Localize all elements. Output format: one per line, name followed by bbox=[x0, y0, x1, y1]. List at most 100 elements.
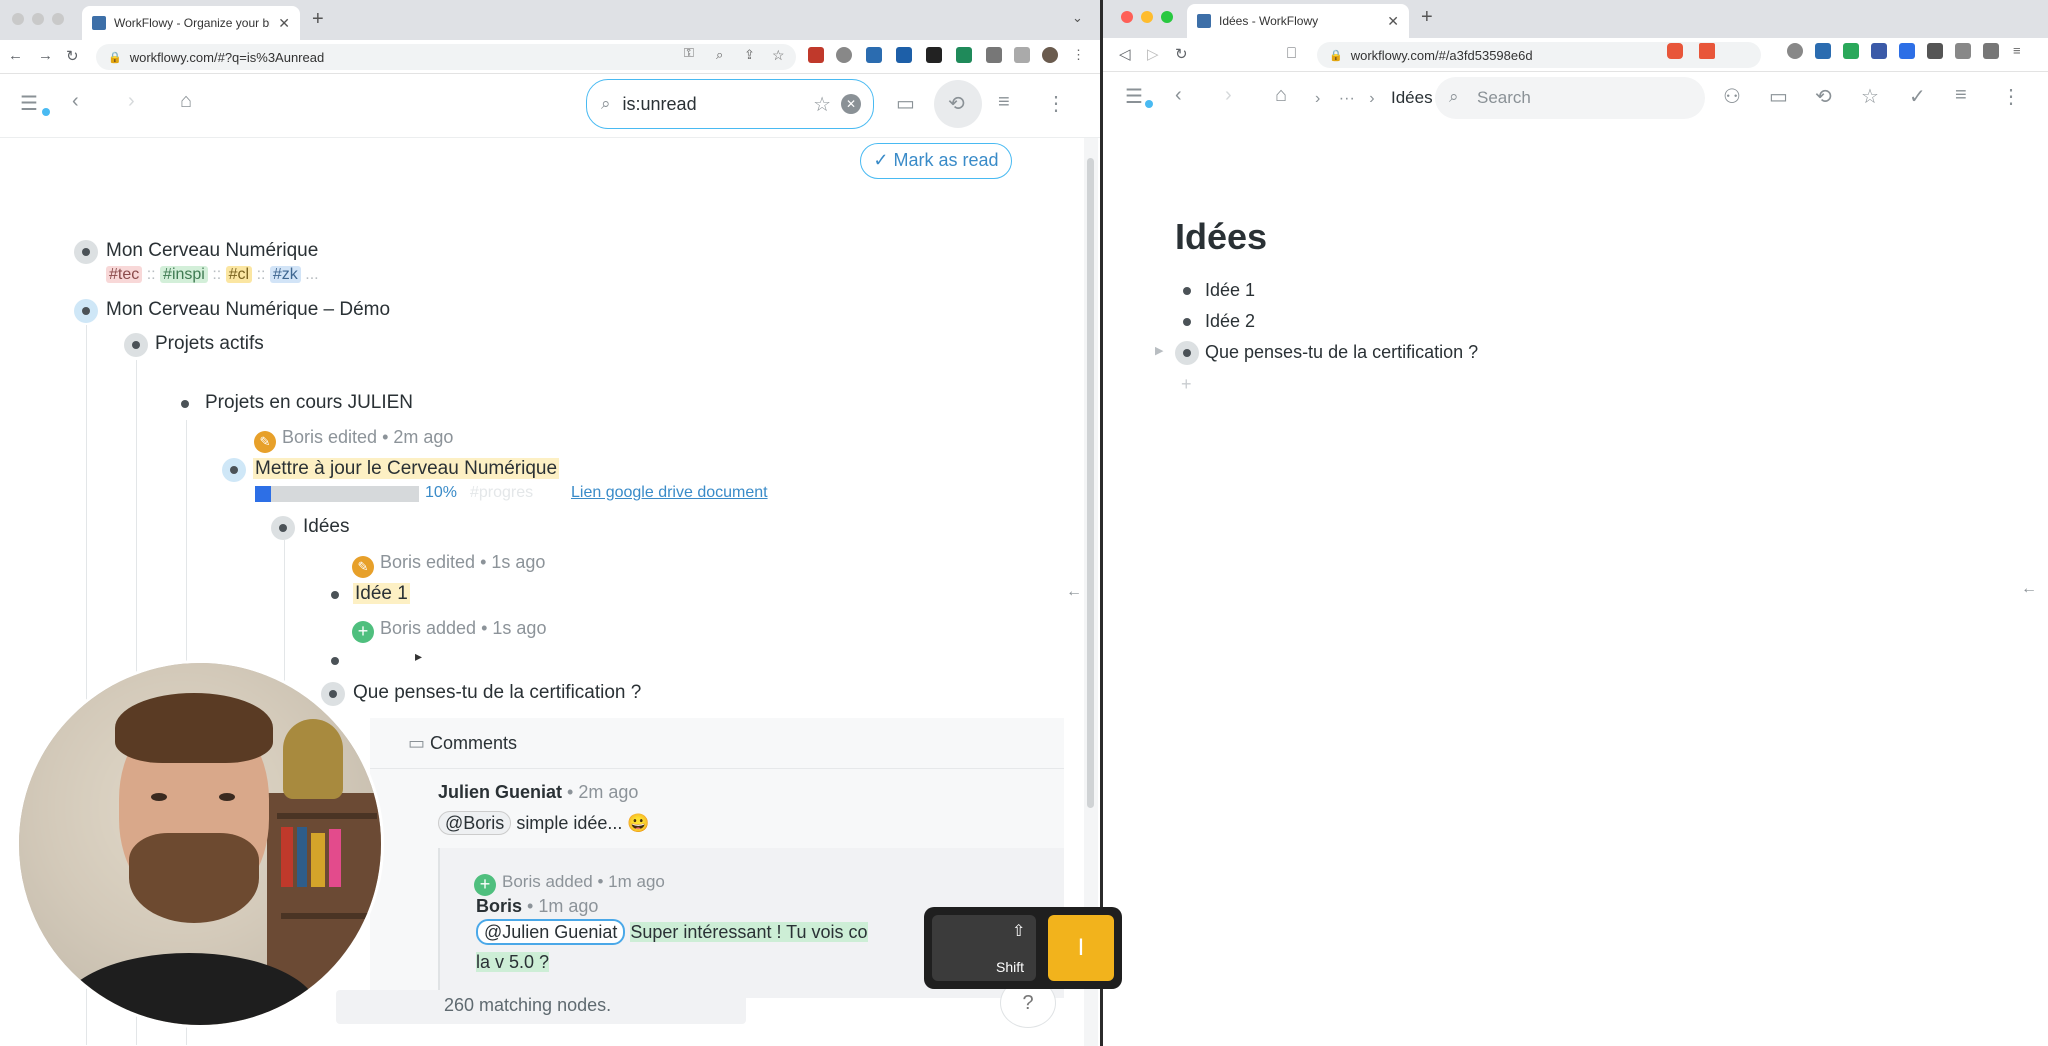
add-item-icon[interactable]: + bbox=[1181, 374, 1192, 395]
reply-body[interactable]: @Julien Gueniat Super intéressant ! Tu v… bbox=[476, 919, 868, 945]
complete-check-icon[interactable]: ✓ bbox=[1909, 84, 1926, 109]
tab-list-chevron-icon[interactable]: ⌄ bbox=[1072, 10, 1083, 26]
mention-julien[interactable]: @Julien Gueniat bbox=[476, 919, 626, 945]
node-projets-actifs[interactable]: Projets actifs bbox=[155, 333, 264, 355]
star-icon[interactable]: ☆ bbox=[772, 47, 788, 63]
node-projets-julien[interactable]: Projets en cours JULIEN bbox=[205, 392, 413, 414]
tag-tec[interactable]: #tec bbox=[106, 266, 143, 283]
comments-icon[interactable]: ▭ bbox=[896, 91, 915, 116]
bullet[interactable] bbox=[74, 240, 98, 264]
puzzle-icon[interactable] bbox=[986, 47, 1002, 63]
extension-icon[interactable] bbox=[896, 47, 912, 63]
extension-icon[interactable] bbox=[808, 47, 824, 63]
sidebar-toggle-icon[interactable]: ☰ bbox=[1125, 84, 1143, 109]
puzzle-icon[interactable] bbox=[1927, 43, 1943, 59]
node-mon-cerveau-demo[interactable]: Mon Cerveau Numérique – Démo bbox=[106, 299, 390, 321]
window-controls[interactable] bbox=[12, 12, 72, 30]
extension-icon[interactable] bbox=[956, 47, 972, 63]
menu-icon[interactable]: ⋮ bbox=[1072, 47, 1088, 63]
brave-rewards-icon[interactable] bbox=[1699, 43, 1715, 59]
extension-icon[interactable] bbox=[836, 47, 852, 63]
new-tab-button[interactable]: + bbox=[1421, 6, 1433, 29]
comments-icon[interactable]: ▭ bbox=[1769, 84, 1788, 109]
progress-tag[interactable]: #progres bbox=[470, 484, 533, 502]
list-item[interactable]: Idée 2 bbox=[1205, 311, 1255, 332]
reload-icon[interactable]: ↻ bbox=[66, 47, 79, 65]
close-tab-icon[interactable]: ✕ bbox=[1387, 13, 1399, 30]
sidebar-icon[interactable] bbox=[1014, 47, 1030, 63]
extension-icon[interactable] bbox=[1899, 43, 1915, 59]
history-icon[interactable]: ⟲ bbox=[1815, 84, 1832, 109]
zoom-icon[interactable]: ⌕ bbox=[716, 47, 732, 63]
node-question[interactable]: Que penses-tu de la certification ? bbox=[353, 682, 641, 704]
collapse-arrow-icon[interactable]: ← bbox=[1066, 583, 1082, 601]
star-icon[interactable]: ☆ bbox=[1861, 84, 1879, 109]
list-view-icon[interactable]: ≡ bbox=[1955, 84, 1967, 107]
extension-icon[interactable] bbox=[926, 47, 942, 63]
forward-icon[interactable]: → bbox=[38, 47, 53, 64]
node-idees[interactable]: Idées bbox=[303, 516, 349, 538]
sidebar-toggle-icon[interactable]: ☰ bbox=[20, 91, 38, 116]
back-icon[interactable]: ◁ bbox=[1119, 45, 1131, 63]
forward-icon[interactable]: › bbox=[1225, 84, 1232, 107]
bullet[interactable] bbox=[271, 516, 295, 540]
more-options-icon[interactable]: ⋮ bbox=[2001, 84, 2021, 109]
drive-link[interactable]: Lien google drive document bbox=[571, 484, 768, 502]
search-input[interactable]: ⌕ Search bbox=[1435, 77, 1705, 119]
expand-caret-icon[interactable]: ▶ bbox=[1155, 344, 1163, 357]
share-icon[interactable]: ⇪ bbox=[744, 47, 760, 63]
home-icon[interactable]: ⌂ bbox=[1275, 84, 1287, 107]
search-field[interactable]: ⌕ is:unread ☆ ✕ bbox=[586, 79, 874, 129]
forward-icon[interactable]: ▷ bbox=[1147, 45, 1159, 63]
reload-icon[interactable]: ↻ bbox=[1175, 45, 1188, 63]
home-icon[interactable]: ⌂ bbox=[180, 90, 192, 113]
page-title[interactable]: Idées bbox=[1175, 216, 1267, 258]
more-options-icon[interactable]: ⋮ bbox=[1046, 91, 1066, 116]
node-mettre-a-jour[interactable]: Mettre à jour le Cerveau Numérique bbox=[253, 458, 560, 480]
node-mon-cerveau[interactable]: Mon Cerveau Numérique bbox=[106, 240, 318, 262]
extension-icon[interactable] bbox=[1787, 43, 1803, 59]
brave-shield-icon[interactable] bbox=[1667, 43, 1683, 59]
history-button[interactable]: ⟲ bbox=[934, 80, 982, 128]
collapse-arrow-icon[interactable]: ← bbox=[2021, 580, 2037, 598]
bullet[interactable] bbox=[124, 333, 148, 357]
extension-icon[interactable] bbox=[866, 47, 882, 63]
mention-boris[interactable]: @Boris bbox=[438, 811, 512, 835]
profile-avatar[interactable] bbox=[1042, 47, 1058, 63]
node-idee-1[interactable]: Idée 1 bbox=[353, 583, 410, 605]
comment-1-body[interactable]: @Boris simple idée... 😀 bbox=[438, 811, 650, 835]
list-item[interactable]: Idée 1 bbox=[1205, 280, 1255, 301]
url-field[interactable]: 🔒 workflowy.com/#/a3fd53598e6d bbox=[1317, 42, 1761, 68]
mark-as-read-button[interactable]: ✓ Mark as read bbox=[860, 143, 1012, 179]
back-icon[interactable]: ‹ bbox=[72, 90, 79, 113]
list-view-icon[interactable]: ≡ bbox=[998, 91, 1010, 114]
extension-icon[interactable] bbox=[1815, 43, 1831, 59]
back-icon[interactable]: ‹ bbox=[1175, 84, 1182, 107]
new-tab-button[interactable]: + bbox=[312, 8, 324, 31]
tag-cl[interactable]: #cl bbox=[225, 266, 253, 283]
clear-search-icon[interactable]: ✕ bbox=[841, 94, 861, 114]
window-controls[interactable] bbox=[1121, 10, 1181, 28]
bullet[interactable] bbox=[74, 299, 98, 323]
sidebar-icon[interactable] bbox=[1955, 43, 1971, 59]
star-icon[interactable]: ☆ bbox=[813, 92, 831, 117]
bookmark-icon[interactable]: ⎕ bbox=[1287, 45, 1296, 62]
bullet[interactable] bbox=[1175, 341, 1199, 365]
tab-workflowy[interactable]: WorkFlowy - Organize your bra ✕ bbox=[82, 6, 300, 40]
bullet[interactable] bbox=[1183, 318, 1191, 326]
list-item[interactable]: Que penses-tu de la certification ? bbox=[1205, 342, 1478, 363]
tab-idees[interactable]: Idées - WorkFlowy ✕ bbox=[1187, 4, 1409, 38]
bullet[interactable] bbox=[331, 591, 339, 599]
bullet[interactable] bbox=[181, 400, 189, 408]
menu-icon[interactable]: ≡ bbox=[2013, 43, 2029, 59]
tag-inspi[interactable]: #inspi bbox=[160, 266, 208, 283]
bullet[interactable] bbox=[222, 458, 246, 482]
tag-zk[interactable]: #zk bbox=[269, 266, 301, 283]
extension-icon[interactable] bbox=[1843, 43, 1859, 59]
extension-icon[interactable] bbox=[1871, 43, 1887, 59]
wallet-icon[interactable] bbox=[1983, 43, 1999, 59]
scrollbar-thumb[interactable] bbox=[1087, 158, 1094, 808]
key-icon[interactable]: ⚿ bbox=[684, 45, 700, 61]
share-user-icon[interactable]: ⚇ bbox=[1723, 84, 1741, 109]
close-tab-icon[interactable]: ✕ bbox=[278, 15, 290, 32]
